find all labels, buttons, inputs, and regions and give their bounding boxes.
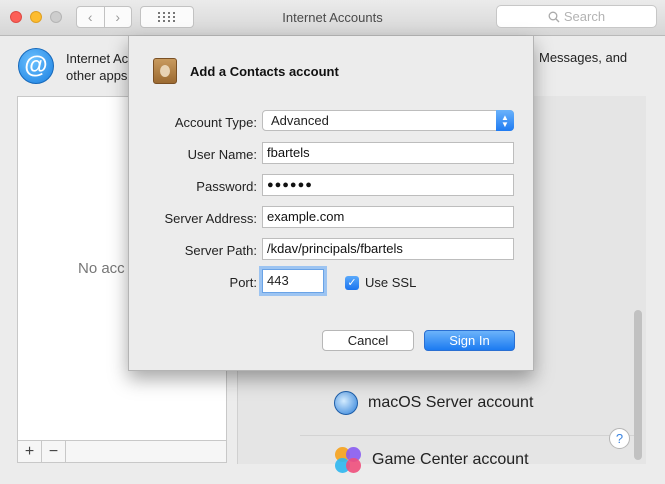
add-account-button[interactable]: + [18,441,42,462]
search-field[interactable]: Search [496,5,657,28]
services-scrollbar[interactable] [634,310,642,460]
search-icon [548,11,560,22]
macos-server-icon [334,391,358,415]
at-icon: @ [18,48,54,84]
port-field[interactable]: 443 [262,269,324,293]
checkmark-icon: ✓ [345,275,359,290]
cancel-button[interactable]: Cancel [322,330,414,351]
service-label: Game Center account [372,451,529,468]
add-contacts-account-sheet: Add a Contacts account Account Type: Adv… [128,36,534,371]
no-accounts-label: No acc [78,260,125,277]
service-game-center[interactable]: Game Center account [334,446,529,474]
account-type-popup[interactable]: Advanced ▲ ▼ [262,110,514,131]
divider [300,435,634,436]
header-description-right: Messages, and [539,50,628,65]
port-label: Port: [229,275,257,290]
add-remove-bar: + − [17,441,227,463]
server-path-field[interactable]: /kdav/principals/fbartels [262,238,514,260]
service-label: macOS Server account [368,394,534,411]
user-name-field[interactable]: fbartels [262,142,514,164]
server-address-field[interactable]: example.com [262,206,514,228]
use-ssl-label: Use SSL [365,275,417,290]
help-button[interactable]: ? [609,428,630,449]
user-name-label: User Name: [187,147,257,162]
game-center-icon [334,446,362,474]
sign-in-button[interactable]: Sign In [424,330,515,351]
title-bar: ‹ › Internet Accounts Search [0,0,665,36]
server-address-label: Server Address: [164,211,258,226]
service-macos-server[interactable]: macOS Server account [334,391,533,415]
search-placeholder: Search [563,9,606,24]
updown-chevron-icon: ▲ ▼ [496,110,514,131]
use-ssl-checkbox[interactable]: ✓ Use SSL [345,275,416,290]
account-type-value: Advanced [271,113,329,128]
sheet-title: Add a Contacts account [190,64,339,79]
account-type-label: Account Type: [174,115,257,130]
remove-account-button[interactable]: − [42,441,66,462]
server-path-label: Server Path: [184,243,257,258]
contacts-icon [153,58,177,84]
password-field[interactable]: ●●●●●● [262,174,514,196]
password-label: Password: [196,179,257,194]
